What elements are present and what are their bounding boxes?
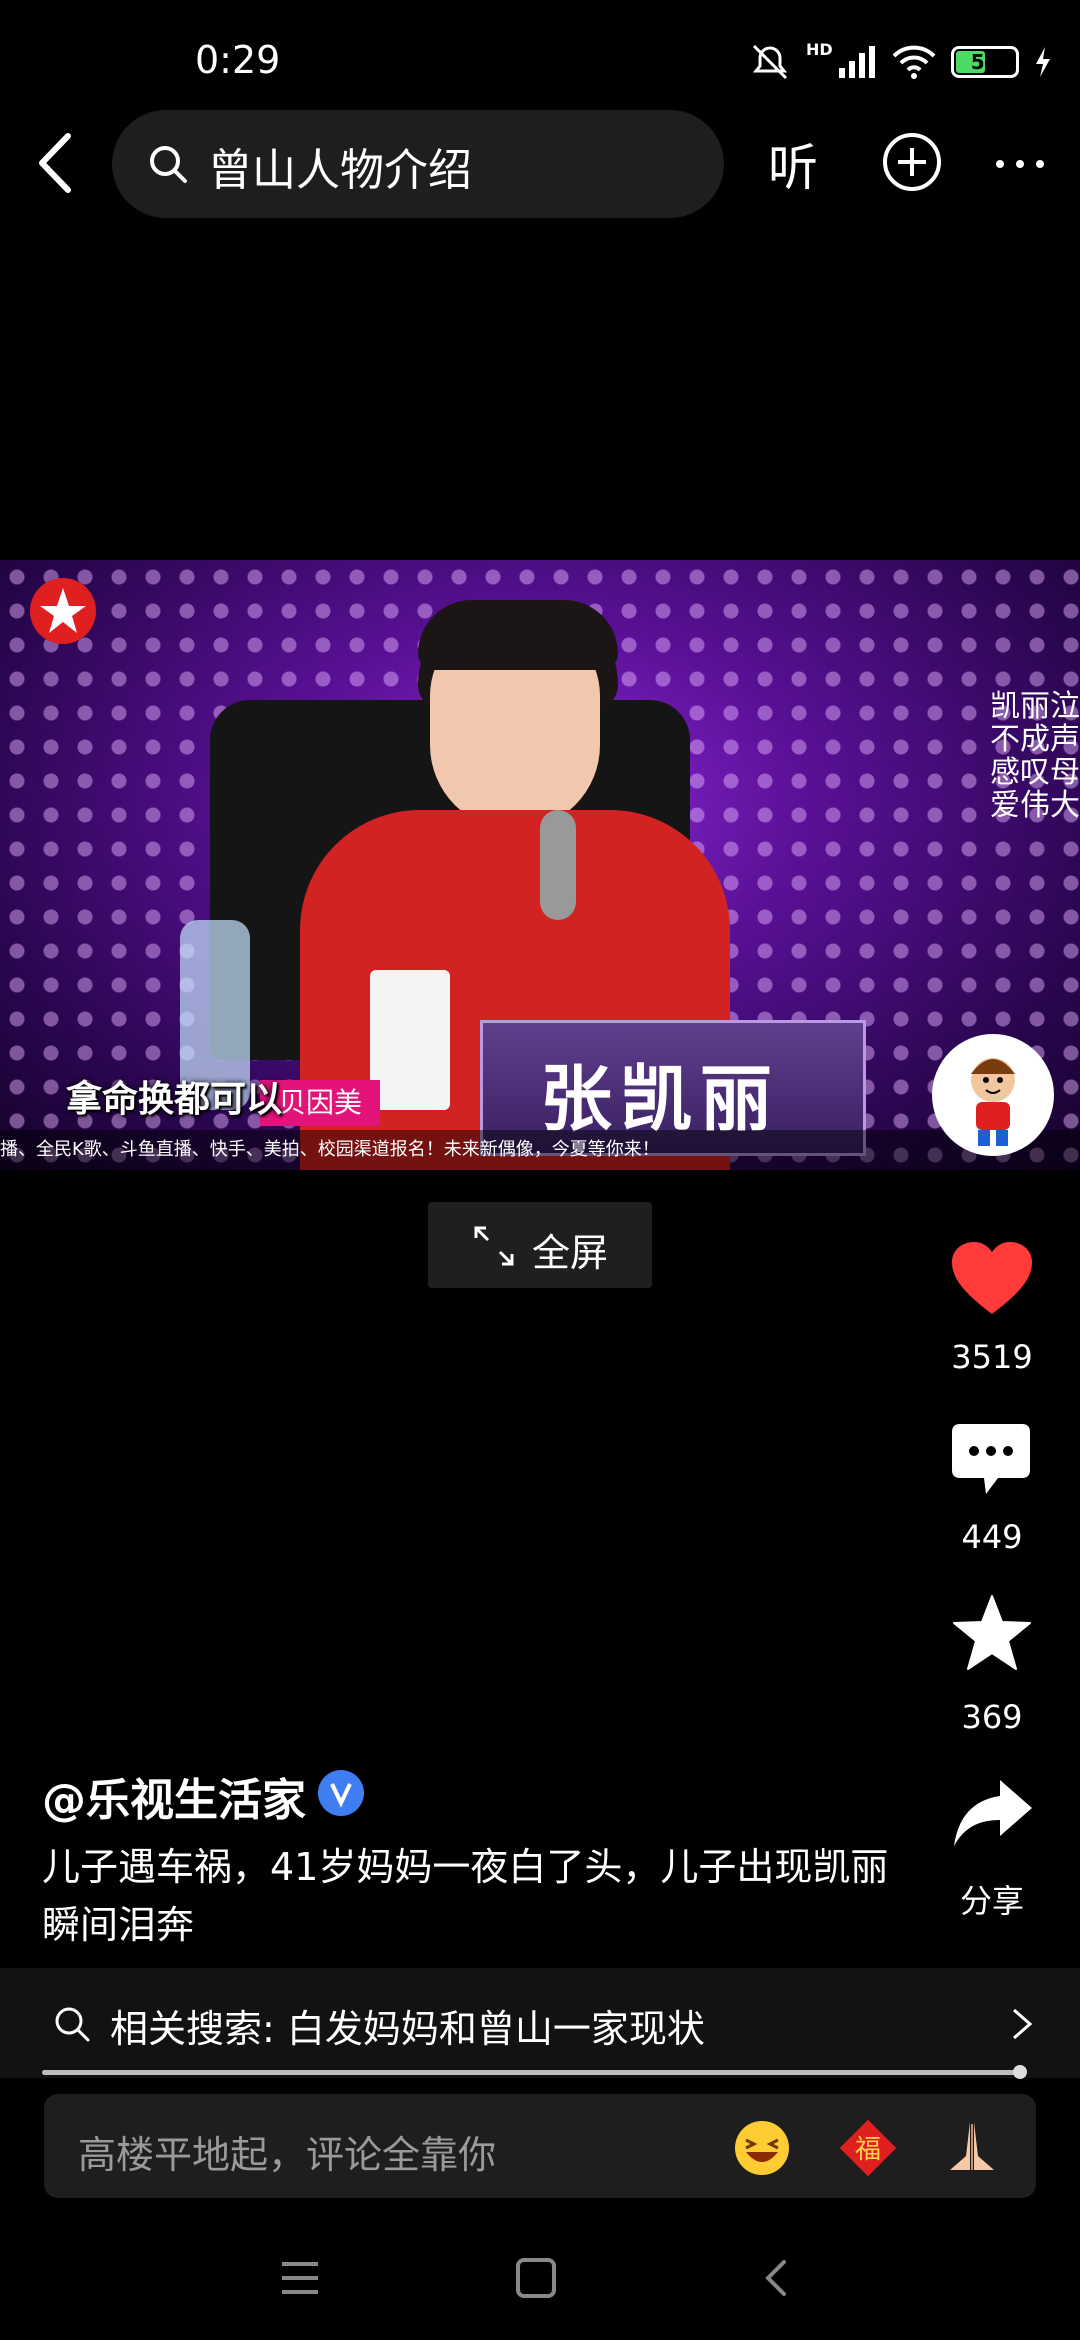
back-icon[interactable] bbox=[28, 128, 88, 198]
author-name[interactable]: @乐视生活家 bbox=[42, 1764, 306, 1828]
fullscreen-icon bbox=[474, 1226, 514, 1266]
back-nav-icon[interactable] bbox=[758, 2256, 794, 2300]
microphone bbox=[540, 810, 576, 920]
battery-icon: 50 bbox=[950, 46, 1019, 78]
share-icon[interactable] bbox=[950, 1776, 1034, 1850]
comment-icon[interactable] bbox=[950, 1422, 1032, 1498]
fullscreen-label: 全屏 bbox=[532, 1231, 609, 1275]
laughing-emoji-icon[interactable] bbox=[732, 2118, 792, 2178]
battery-level: 50 bbox=[970, 50, 999, 74]
wifi-icon bbox=[892, 45, 936, 79]
post-description: 儿子遇车祸，41岁妈妈一夜白了头，儿子出现凯丽瞬间泪奔 bbox=[42, 1845, 889, 1947]
favorite-count: 369 bbox=[961, 1698, 1023, 1736]
more-icon[interactable] bbox=[990, 130, 1050, 194]
pray-emoji-icon[interactable] bbox=[940, 2116, 1004, 2180]
menu-nav-icon[interactable] bbox=[278, 2258, 322, 2298]
related-search-icon bbox=[55, 2007, 90, 2042]
playback-progress-fill bbox=[42, 2070, 1020, 2075]
svg-text:福: 福 bbox=[855, 2135, 881, 2165]
fu-emoji-icon[interactable]: 福 bbox=[836, 2116, 900, 2180]
related-search-text: 相关搜索: 白发妈妈和曾山一家现状 bbox=[110, 2007, 705, 2051]
status-icons: HD 50 bbox=[748, 40, 1053, 84]
cartoon-badge-icon bbox=[932, 1034, 1054, 1156]
channel-logo-icon bbox=[30, 578, 96, 644]
listen-button[interactable]: 听 bbox=[768, 128, 818, 200]
verified-badge-icon bbox=[318, 1770, 364, 1816]
playback-progress-bar[interactable] bbox=[42, 2065, 1027, 2079]
search-icon bbox=[150, 146, 187, 183]
comment-count: 449 bbox=[961, 1518, 1023, 1556]
network-type: HD bbox=[806, 40, 833, 59]
playback-progress-knob[interactable] bbox=[1013, 2065, 1027, 2079]
share-label: 分享 bbox=[959, 1882, 1024, 1920]
like-icon[interactable] bbox=[950, 1240, 1034, 1318]
favorite-icon[interactable] bbox=[950, 1592, 1034, 1674]
search-query[interactable]: 曾山人物介绍 bbox=[208, 134, 472, 198]
signal-icon bbox=[838, 46, 875, 78]
charging-icon bbox=[1035, 47, 1050, 77]
milk-carton bbox=[370, 970, 450, 1110]
home-nav-icon[interactable] bbox=[512, 2256, 560, 2300]
video-player[interactable]: 贝因美 张凯丽 凯丽泣不成声 感叹母爱伟大 拿命换都可以 播、全民K歌、斗鱼直播… bbox=[0, 560, 1080, 1170]
add-icon[interactable] bbox=[880, 130, 944, 194]
comment-placeholder[interactable]: 高楼平地起，评论全靠你 bbox=[78, 2124, 496, 2179]
video-ticker: 播、全民K歌、斗鱼直播、快手、美拍、校园渠道报名！未来新偶像，今夏等你来！ bbox=[0, 1130, 1080, 1170]
side-caption: 凯丽泣不成声 感叹母爱伟大 bbox=[990, 689, 1080, 823]
chevron-right-icon bbox=[1013, 2008, 1033, 2040]
status-time: 0:29 bbox=[195, 38, 281, 82]
video-subtitle: 拿命换都可以 bbox=[66, 1079, 283, 1120]
person-hair-top bbox=[418, 600, 618, 670]
like-count: 3519 bbox=[951, 1338, 1033, 1376]
mute-icon bbox=[752, 44, 788, 80]
